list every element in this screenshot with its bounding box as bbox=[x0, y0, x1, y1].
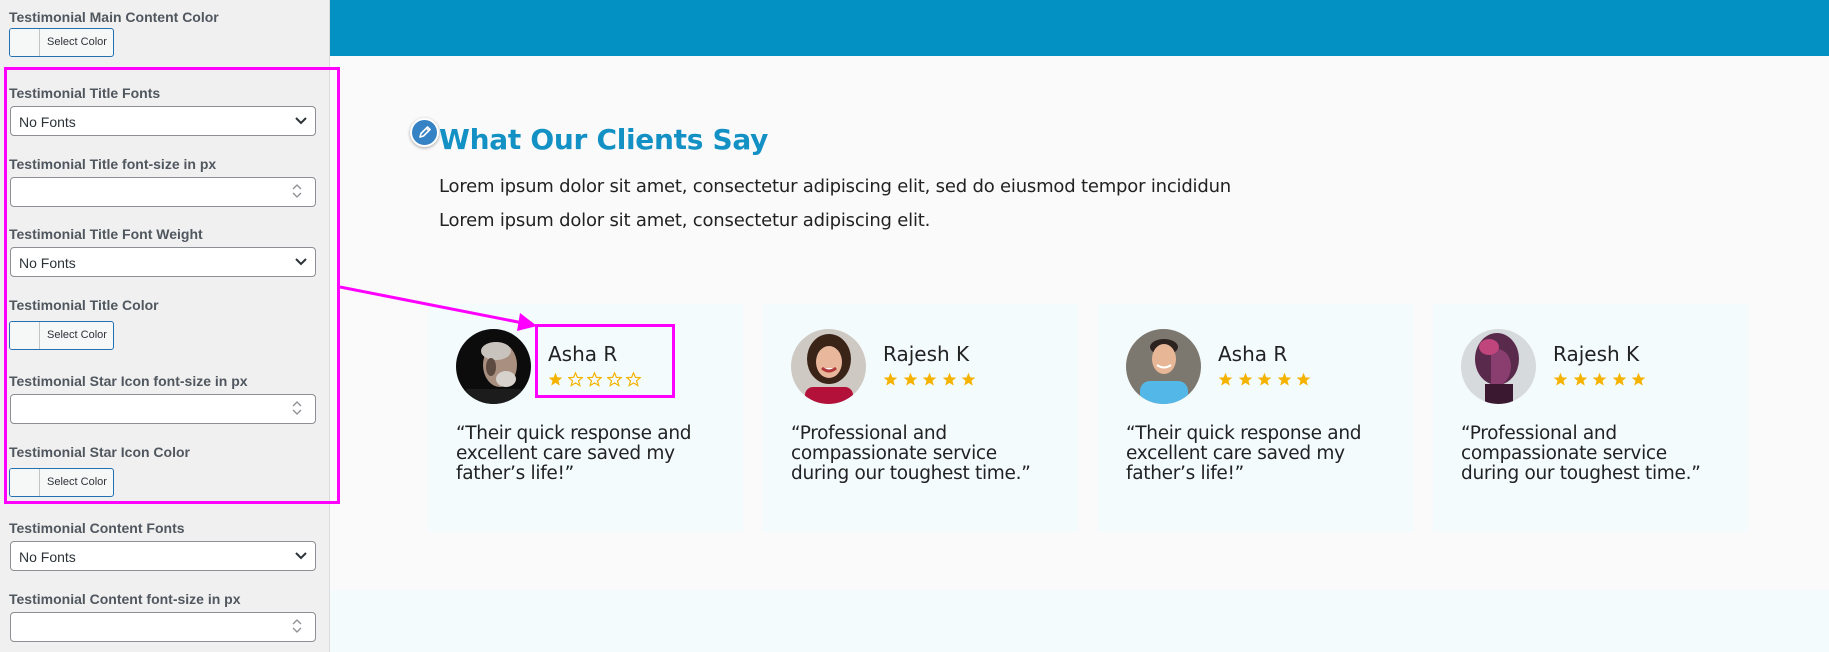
smiling-woman-portrait bbox=[791, 329, 866, 404]
star-filled-icon bbox=[1592, 372, 1607, 386]
avatar bbox=[1126, 329, 1201, 404]
testimonial-name: Rajesh K bbox=[883, 342, 970, 366]
star-rating bbox=[1218, 372, 1316, 391]
avatar bbox=[791, 329, 866, 404]
testimonial-quote: “Professional and compassionate service … bbox=[1461, 423, 1701, 484]
woman-profile-portrait bbox=[1461, 329, 1536, 404]
color-swatch bbox=[10, 322, 40, 349]
star-filled-icon bbox=[1553, 372, 1568, 386]
title-fonts-label: Testimonial Title Fonts bbox=[9, 85, 161, 101]
color-swatch bbox=[10, 469, 40, 496]
content-fonts-field: Testimonial Content Fonts No Fonts bbox=[9, 520, 317, 574]
title-color-label: Testimonial Title Color bbox=[9, 297, 159, 313]
star-icon-color-field: Testimonial Star Icon Color Select Color bbox=[9, 444, 317, 497]
title-font-size-input[interactable] bbox=[10, 177, 316, 207]
number-spinner-icon[interactable] bbox=[291, 400, 303, 416]
star-outline-icon bbox=[567, 372, 583, 387]
star-outline-icon bbox=[606, 372, 622, 387]
header-bar bbox=[330, 0, 1829, 56]
content-font-size-input[interactable] bbox=[10, 612, 316, 642]
title-fonts-select[interactable]: No Fonts bbox=[10, 106, 316, 136]
testimonial-name: Asha R bbox=[548, 342, 618, 366]
star-filled-icon bbox=[922, 372, 937, 386]
testimonial-name: Rajesh K bbox=[1553, 342, 1640, 366]
title-font-weight-select[interactable]: No Fonts bbox=[10, 247, 316, 277]
star-filled-icon bbox=[903, 372, 917, 386]
title-fonts-value: No Fonts bbox=[19, 114, 76, 130]
next-section-band bbox=[330, 590, 1829, 652]
testimonial-quote: “Their quick response and excellent care… bbox=[1126, 423, 1362, 484]
title-color-field: Testimonial Title Color Select Color bbox=[9, 297, 317, 350]
star-rating bbox=[883, 372, 981, 391]
content-fonts-select[interactable]: No Fonts bbox=[10, 541, 316, 571]
avatar bbox=[1461, 329, 1536, 404]
testimonial-card: Rajesh K “Professional and compassionate… bbox=[1433, 304, 1748, 532]
title-font-size-label: Testimonial Title font-size in px bbox=[9, 156, 217, 172]
testimonial-name: Asha R bbox=[1218, 342, 1288, 366]
title-font-weight-field: Testimonial Title Font Weight No Fonts bbox=[9, 226, 317, 280]
title-color-button[interactable]: Select Color bbox=[9, 321, 114, 350]
star-filled-icon bbox=[1238, 372, 1252, 386]
testimonial-card: Asha R “Their quick response and excelle… bbox=[1098, 304, 1413, 532]
star-icon-color-label: Testimonial Star Icon Color bbox=[9, 444, 190, 460]
chevron-down-icon bbox=[295, 258, 307, 266]
star-icon-font-size-label: Testimonial Star Icon font-size in px bbox=[9, 373, 248, 389]
star-filled-icon bbox=[1218, 372, 1233, 386]
chevron-down-icon bbox=[295, 117, 307, 125]
customizer-sidebar: Testimonial Main Content Color Select Co… bbox=[0, 0, 330, 652]
pencil-icon bbox=[419, 126, 431, 138]
select-color-label: Select Color bbox=[47, 476, 107, 488]
star-icon-font-size-input[interactable] bbox=[10, 394, 316, 424]
edit-shortcut-button[interactable] bbox=[410, 118, 439, 147]
star-icon-font-size-field: Testimonial Star Icon font-size in px bbox=[9, 373, 317, 427]
content-fonts-value: No Fonts bbox=[19, 549, 76, 565]
star-filled-icon bbox=[1573, 372, 1587, 386]
star-filled-icon bbox=[883, 372, 898, 386]
section-description-line: Lorem ipsum dolor sit amet, consectetur … bbox=[439, 176, 1231, 197]
main-content-color-field: Testimonial Main Content Color Select Co… bbox=[9, 9, 317, 61]
star-filled-icon bbox=[548, 372, 563, 386]
testimonial-card: Asha R “Their quick response and excelle… bbox=[428, 304, 743, 532]
testimonial-quote: “Their quick response and excellent care… bbox=[456, 423, 692, 484]
star-outline-icon bbox=[587, 372, 602, 387]
avatar bbox=[456, 329, 531, 404]
star-filled-icon bbox=[961, 372, 976, 386]
main-content-color-label: Testimonial Main Content Color bbox=[9, 9, 219, 25]
star-filled-icon bbox=[1257, 372, 1272, 386]
content-font-size-label: Testimonial Content font-size in px bbox=[9, 591, 241, 607]
site-preview: What Our Clients Say Lorem ipsum dolor s… bbox=[330, 0, 1829, 652]
select-color-label: Select Color bbox=[47, 329, 107, 341]
chevron-down-icon bbox=[295, 552, 307, 560]
star-filled-icon bbox=[1612, 372, 1626, 386]
title-font-size-field: Testimonial Title font-size in px bbox=[9, 156, 317, 210]
number-spinner-icon[interactable] bbox=[291, 618, 303, 634]
testimonial-card: Rajesh K “Professional and compassionate… bbox=[763, 304, 1078, 532]
elderly-man-portrait bbox=[456, 329, 531, 404]
star-filled-icon bbox=[942, 372, 956, 386]
number-spinner-icon[interactable] bbox=[291, 183, 303, 199]
section-title: What Our Clients Say bbox=[439, 123, 769, 156]
star-filled-icon bbox=[1277, 372, 1291, 386]
select-color-label: Select Color bbox=[47, 36, 107, 48]
testimonial-quote: “Professional and compassionate service … bbox=[791, 423, 1031, 484]
star-rating bbox=[1553, 372, 1651, 391]
section-description-line: Lorem ipsum dolor sit amet, consectetur … bbox=[439, 210, 931, 231]
star-icon-color-button[interactable]: Select Color bbox=[9, 468, 114, 497]
main-content-color-button[interactable]: Select Color bbox=[9, 28, 114, 57]
star-rating bbox=[548, 372, 646, 391]
title-font-weight-value: No Fonts bbox=[19, 255, 76, 271]
star-filled-icon bbox=[1631, 372, 1646, 386]
title-fonts-field: Testimonial Title Fonts No Fonts bbox=[9, 85, 317, 139]
young-man-portrait bbox=[1126, 329, 1201, 404]
content-font-size-field: Testimonial Content font-size in px bbox=[9, 591, 317, 645]
star-outline-icon bbox=[626, 372, 641, 387]
star-filled-icon bbox=[1296, 372, 1311, 386]
title-font-weight-label: Testimonial Title Font Weight bbox=[9, 226, 203, 242]
color-swatch bbox=[10, 29, 40, 56]
content-fonts-label: Testimonial Content Fonts bbox=[9, 520, 185, 536]
